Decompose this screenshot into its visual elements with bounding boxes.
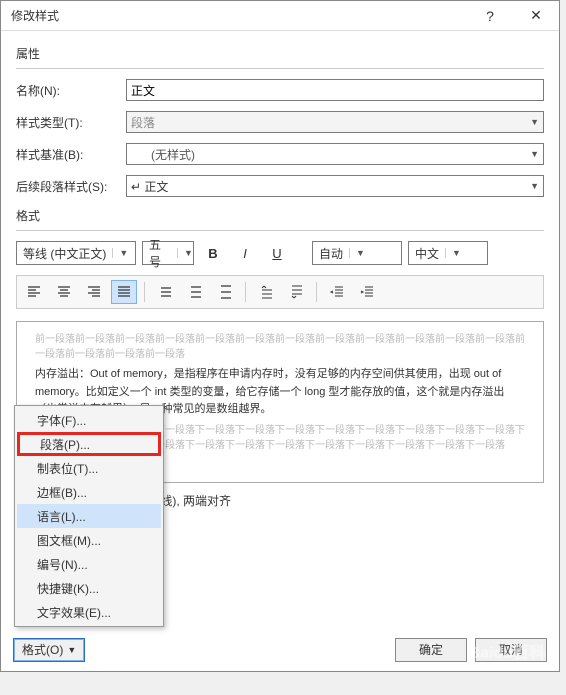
cancel-button[interactable]: 取消 [475,638,547,662]
close-button[interactable]: ✕ [513,1,559,31]
font-combo[interactable]: 等线 (中文正文)▼ [16,241,136,265]
window-controls: ? ✕ [467,1,559,31]
based-on-label: 样式基准(B): [16,146,126,163]
bold-button[interactable]: B [200,241,226,265]
menu-font[interactable]: 字体(F)... [17,408,161,432]
style-type-select: 段落▼ [126,111,544,133]
chevron-down-icon[interactable]: ▼ [530,181,539,191]
properties-section-label: 属性 [16,45,544,62]
paragraph-toolbar [16,275,544,309]
menu-frame[interactable]: 图文框(M)... [17,528,161,552]
chevron-down-icon[interactable]: ▼ [177,248,193,258]
line-spacing-15-button[interactable] [182,280,208,304]
chevron-down-icon[interactable]: ▼ [349,248,365,258]
size-combo[interactable]: 五号▼ [142,241,194,265]
menu-paragraph[interactable]: 段落(P)... [17,432,161,456]
preview-ghost-prev: 前一段落前一段落前一段落前一段落前一段落前一段落前一段落前一段落前一段落前一段落… [35,332,525,362]
name-input[interactable] [126,79,544,101]
format-button[interactable]: 格式(O)▼ [13,638,85,662]
space-before-inc-button[interactable] [253,280,279,304]
indent-increase-button[interactable] [354,280,380,304]
dropdown-arrow-icon: ▼ [67,645,76,655]
chevron-down-icon[interactable]: ▼ [112,248,128,258]
align-justify-button[interactable] [111,280,137,304]
style-type-label: 样式类型(T): [16,114,126,131]
menu-border[interactable]: 边框(B)... [17,480,161,504]
ok-button[interactable]: 确定 [395,638,467,662]
menu-texteffects[interactable]: 文字效果(E)... [17,600,161,624]
menu-tabs[interactable]: 制表位(T)... [17,456,161,480]
name-label: 名称(N): [16,82,126,99]
chevron-down-icon: ▼ [530,117,539,127]
next-style-label: 后续段落样式(S): [16,178,126,195]
menu-numbering[interactable]: 编号(N)... [17,552,161,576]
indent-decrease-button[interactable] [324,280,350,304]
chevron-down-icon[interactable]: ▼ [445,248,461,258]
align-center-button[interactable] [51,280,77,304]
help-button[interactable]: ? [467,1,513,31]
menu-language[interactable]: 语言(L)... [17,504,161,528]
dialog-title: 修改样式 [11,7,59,24]
color-combo[interactable]: 自动▼ [312,241,402,265]
format-section-label: 格式 [16,207,544,224]
based-on-select[interactable]: (无样式)▼ [126,143,544,165]
menu-shortcut[interactable]: 快捷键(K)... [17,576,161,600]
titlebar: 修改样式 ? ✕ [1,1,559,31]
dialog-footer: 格式(O)▼ 确定 取消 [1,627,559,671]
underline-button[interactable]: U [264,241,290,265]
align-right-button[interactable] [81,280,107,304]
line-spacing-1-button[interactable] [152,280,178,304]
lang-combo[interactable]: 中文▼ [408,241,488,265]
modify-style-dialog: 修改样式 ? ✕ 属性 名称(N): 样式类型(T): 段落▼ 样式基准(B): [0,0,560,672]
space-before-dec-button[interactable] [283,280,309,304]
italic-button[interactable]: I [232,241,258,265]
format-dropdown-menu: 字体(F)... 段落(P)... 制表位(T)... 边框(B)... 语言(… [14,405,164,627]
next-style-select[interactable]: ↵ 正文▼ [126,175,544,197]
chevron-down-icon[interactable]: ▼ [530,149,539,159]
align-left-button[interactable] [21,280,47,304]
line-spacing-2-button[interactable] [212,280,238,304]
